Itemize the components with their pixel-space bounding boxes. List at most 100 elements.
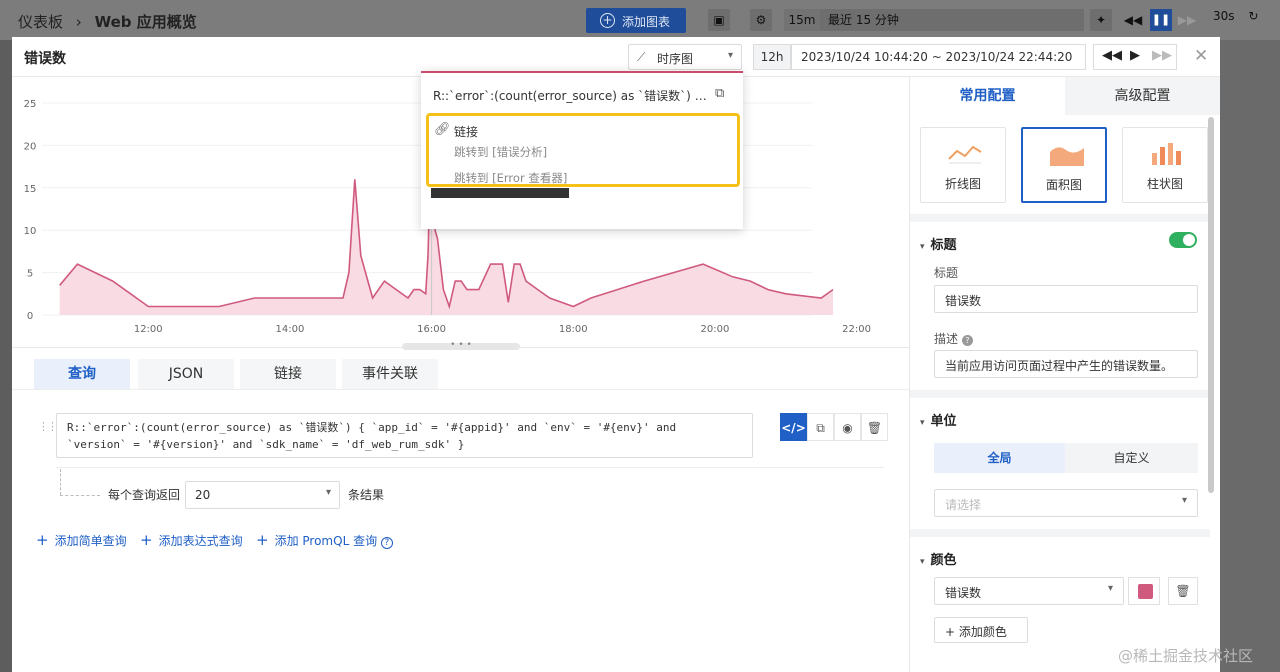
rewind-icon[interactable]: ◀◀ (1122, 9, 1144, 31)
title-section-header[interactable]: ▾ 标题 (920, 234, 957, 253)
popup-links-box: 🔗︎ 链接 跳转到 [错误分析] 跳转到 [Error 查看器] (426, 113, 740, 187)
y-tick-label: 5 (27, 269, 33, 280)
section-divider (910, 214, 1210, 222)
y-tick-label: 10 (24, 226, 37, 237)
description-input[interactable]: 当前应用访问页面过程中产生的错误数量。 (934, 350, 1198, 378)
vis-area-option[interactable]: 面积图 (1021, 127, 1107, 203)
add-simple-query-button[interactable]: + 添加简单查询 (36, 531, 127, 549)
x-tick-label: 22:00 (842, 324, 871, 335)
title-input[interactable]: 错误数 (934, 285, 1198, 313)
trash-icon[interactable]: 🗑︎ (1168, 577, 1198, 605)
color-series-select[interactable]: 错误数 ▾ (934, 577, 1124, 605)
tab-json[interactable]: JSON (138, 359, 234, 389)
color-section-header[interactable]: ▾ 颜色 (920, 549, 957, 568)
tab-query[interactable]: 查询 (34, 359, 130, 389)
tree-connector (60, 495, 100, 496)
y-tick-label: 0 (27, 311, 33, 322)
copy-icon[interactable]: ⧉ (807, 413, 834, 441)
help-icon[interactable]: ? (961, 335, 973, 346)
forward-icon[interactable]: ▶▶ (1152, 48, 1172, 63)
close-icon[interactable]: ✕ (1194, 46, 1208, 66)
chevron-down-icon: ▾ (1181, 495, 1187, 506)
unit-global-option[interactable]: 全局 (934, 443, 1065, 473)
gear-icon[interactable]: ⚙ (750, 9, 772, 31)
eye-icon[interactable]: ◉ (834, 413, 861, 441)
chevron-down-icon: ▾ (1107, 583, 1113, 594)
y-tick-label: 25 (24, 99, 37, 110)
link-error-analysis[interactable]: 跳转到 [错误分析] (454, 144, 547, 160)
code-icon[interactable]: </> (780, 413, 807, 441)
time-range-input[interactable]: 2023/10/24 10:44:20 ~ 2023/10/24 22:44:2… (791, 44, 1086, 70)
breadcrumb-current: Web 应用概览 (94, 13, 197, 31)
unit-select[interactable]: 请选择 ▾ (934, 489, 1198, 517)
tree-connector (60, 469, 61, 495)
line-chart-icon: ⟋ (637, 50, 646, 64)
color-swatch[interactable] (1138, 584, 1153, 599)
breadcrumb-root[interactable]: 仪表板 (18, 13, 63, 31)
pin-icon[interactable]: ✦ (1090, 9, 1112, 31)
add-color-button[interactable]: + 添加颜色 (934, 617, 1028, 643)
tooltip-bar (431, 188, 569, 198)
popup-links-title: 链接 (454, 125, 479, 139)
watermark: @稀土掘金技术社区 (1118, 647, 1254, 665)
return-label: 每个查询返回 (108, 488, 181, 502)
link-error-viewer[interactable]: 跳转到 [Error 查看器] (454, 170, 567, 186)
help-icon[interactable]: ? (380, 537, 393, 549)
description-label: 描述 ? (934, 330, 973, 347)
refresh-icon[interactable]: ↻ (1248, 9, 1258, 23)
add-chart-button[interactable]: + 添加图表 (586, 8, 686, 33)
chart-editor-modal: 错误数 ⟋ 时序图 ▾ 12h 2023/10/24 10:44:20 ~ 20… (12, 37, 1220, 672)
vis-line-option[interactable]: 折线图 (920, 127, 1006, 203)
return-count-select[interactable]: 20 ▾ (185, 481, 340, 509)
rewind-icon[interactable]: ◀◀ (1102, 48, 1122, 63)
chevron-down-icon: ▾ (325, 487, 331, 498)
tab-events[interactable]: 事件关联 (342, 359, 438, 389)
tabs-divider (12, 389, 909, 390)
x-tick-label: 16:00 (417, 324, 446, 335)
drag-grip-icon[interactable]: ⋮⋮ (38, 420, 58, 433)
section-divider (910, 390, 1210, 398)
y-tick-label: 20 (24, 141, 37, 152)
pause-icon[interactable]: ❚❚ (1150, 9, 1172, 31)
unit-custom-option[interactable]: 自定义 (1066, 443, 1197, 473)
line-chart-icon (948, 145, 982, 164)
resize-handle[interactable]: • • • (402, 341, 520, 350)
title-toggle[interactable] (1169, 232, 1197, 248)
title-label: 标题 (934, 266, 959, 280)
background-panels (1220, 40, 1280, 672)
scrollbar[interactable] (1208, 117, 1214, 493)
query-divider (56, 467, 884, 468)
x-tick-label: 20:00 (701, 324, 730, 335)
breadcrumb-separator: › (75, 13, 82, 31)
playback-controls: ◀◀ ▶ ▶▶ (1093, 44, 1177, 70)
plus-icon: + (600, 13, 615, 28)
vis-bar-option[interactable]: 柱状图 (1122, 127, 1208, 203)
quick-range[interactable]: 15m (784, 9, 820, 31)
trash-icon[interactable]: 🗑︎ (861, 413, 888, 441)
time-quick-select[interactable]: 12h (753, 44, 791, 70)
chevron-down-icon: ▾ (727, 50, 733, 61)
settings-panel: 常用配置 高级配置 折线图 面积图 柱状图 ▾ 标题 标题 错误数 描述 ? 当前… (909, 77, 1220, 672)
tab-common-settings[interactable]: 常用配置 (910, 77, 1065, 115)
query-toolbar: </> ⧉ ◉ 🗑︎ (780, 413, 888, 441)
tab-advanced-settings[interactable]: 高级配置 (1065, 77, 1220, 115)
bar-chart-icon (1152, 143, 1181, 165)
chart-type-select[interactable]: ⟋ 时序图 ▾ (628, 44, 742, 70)
chart-point-popup: R::`error`:(count(error_source) as `错误数`… (421, 71, 743, 229)
forward-icon[interactable]: ▶▶ (1176, 9, 1198, 31)
present-icon[interactable]: ▣ (708, 9, 730, 31)
add-expression-query-button[interactable]: + 添加表达式查询 (140, 531, 243, 549)
modal-title: 错误数 (24, 51, 66, 67)
breadcrumb: 仪表板 › Web 应用概览 (18, 11, 197, 32)
tab-links[interactable]: 链接 (240, 359, 336, 389)
refresh-interval[interactable]: 30s ↻ (1213, 9, 1258, 23)
unit-section-header[interactable]: ▾ 单位 (920, 410, 957, 429)
time-range-picker[interactable]: 15m 最近 15 分钟 (784, 9, 1084, 31)
copy-icon[interactable]: ⧉ (715, 86, 724, 101)
add-promql-query-button[interactable]: + 添加 PromQL 查询 ? (256, 531, 393, 549)
play-icon[interactable]: ▶ (1130, 48, 1140, 63)
add-chart-label: 添加图表 (622, 15, 671, 29)
x-tick-label: 14:00 (276, 324, 305, 335)
query-input[interactable]: R::`error`:(count(error_source) as `错误数`… (56, 413, 753, 458)
popup-query-expression: R::`error`:(count(error_source) as `错误数`… (433, 89, 708, 103)
